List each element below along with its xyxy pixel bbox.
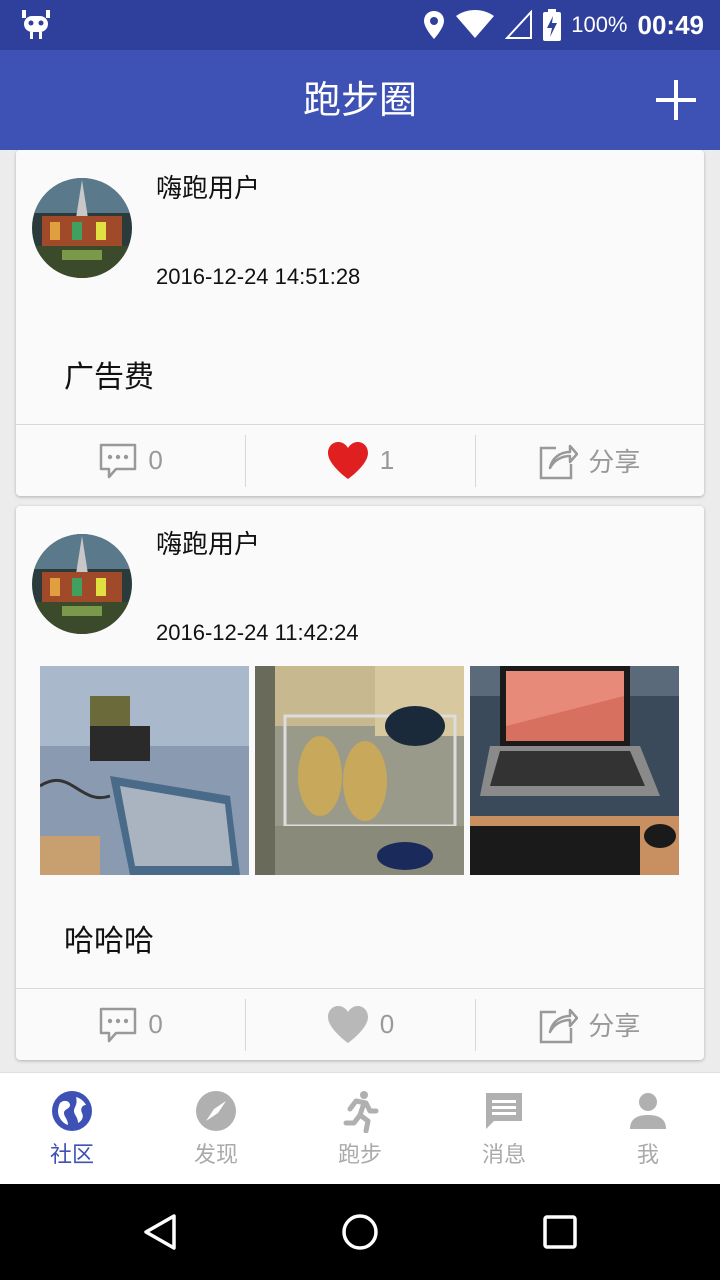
post-card[interactable]: 嗨跑用户 2016-12-24 11:42:24 哈哈哈 0 0 分享 [16,506,704,1060]
post-username[interactable]: 嗨跑用户 [156,168,260,205]
post-photo[interactable] [470,666,679,875]
clock: 00:49 [637,9,705,40]
share-icon [540,1008,579,1043]
heart-filled-icon [327,441,368,479]
post-actions: 0 1 分享 [16,424,704,496]
nav-label: 发现 [193,1143,238,1168]
android-robot-icon [22,10,50,39]
post-photo[interactable] [255,666,464,875]
bottom-nav: 社区 发现 跑步 消息 我 [0,1072,720,1184]
share-label: 分享 [588,1011,641,1041]
battery-charging-icon [543,9,562,41]
wifi-icon [456,10,495,38]
post-photos [40,666,679,875]
message-icon [486,1093,522,1129]
comment-button[interactable]: 0 [16,425,245,496]
post-timestamp: 2016-12-24 14:51:28 [156,264,361,289]
photo-shoes-rack [255,666,464,875]
avatar[interactable] [32,178,132,278]
page-title: 跑步圈 [302,78,417,122]
like-count: 1 [379,445,395,475]
comment-count: 0 [148,445,163,475]
photo-laptop-desk [40,666,249,875]
nav-label: 跑步 [337,1143,382,1168]
system-nav-bar [0,1184,720,1280]
status-bar: 100% 00:49 [0,0,720,50]
home-icon[interactable] [340,1212,380,1252]
share-icon [540,444,579,479]
person-icon [630,1093,666,1129]
like-button[interactable]: 0 [245,989,474,1060]
like-button[interactable]: 1 [245,425,474,496]
nav-messages[interactable]: 消息 [432,1073,576,1184]
comment-icon [100,443,137,478]
recents-icon[interactable] [540,1212,580,1252]
compass-icon [196,1091,236,1131]
nav-label: 社区 [49,1143,94,1168]
runner-icon [343,1091,379,1133]
nav-community[interactable]: 社区 [0,1073,144,1184]
share-button[interactable]: 分享 [474,989,704,1060]
nav-label: 我 [636,1143,659,1168]
post-card[interactable]: 嗨跑用户 2016-12-24 14:51:28 广告费 0 1 分享 [16,150,704,496]
add-post-button[interactable] [654,78,698,122]
post-photo[interactable] [40,666,249,875]
nav-label: 消息 [481,1143,526,1168]
feed-list[interactable]: 嗨跑用户 2016-12-24 14:51:28 广告费 0 1 分享 嗨跑用户… [0,150,720,1070]
avatar-image [32,534,132,634]
share-button[interactable]: 分享 [474,425,704,496]
app-bar: 跑步圈 [0,50,720,150]
like-count: 0 [379,1009,395,1039]
nav-discover[interactable]: 发现 [144,1073,288,1184]
back-icon[interactable] [140,1212,180,1252]
comment-count: 0 [148,1009,163,1039]
post-username[interactable]: 嗨跑用户 [156,524,260,561]
post-actions: 0 0 分享 [16,988,704,1060]
photo-laptop-keyboard [470,666,679,875]
comment-icon [100,1007,137,1042]
nav-me[interactable]: 我 [576,1073,720,1184]
nav-run[interactable]: 跑步 [288,1073,432,1184]
signal-icon [505,10,533,39]
avatar[interactable] [32,534,132,634]
avatar-image [32,178,132,278]
battery-percent: 100% [571,12,628,37]
location-icon [424,11,445,39]
globe-icon [52,1091,92,1131]
post-timestamp: 2016-12-24 11:42:24 [156,620,359,645]
comment-button[interactable]: 0 [16,989,245,1060]
share-label: 分享 [588,447,641,477]
post-content: 哈哈哈 [64,924,154,959]
heart-icon [327,1005,368,1043]
post-content: 广告费 [64,360,154,395]
